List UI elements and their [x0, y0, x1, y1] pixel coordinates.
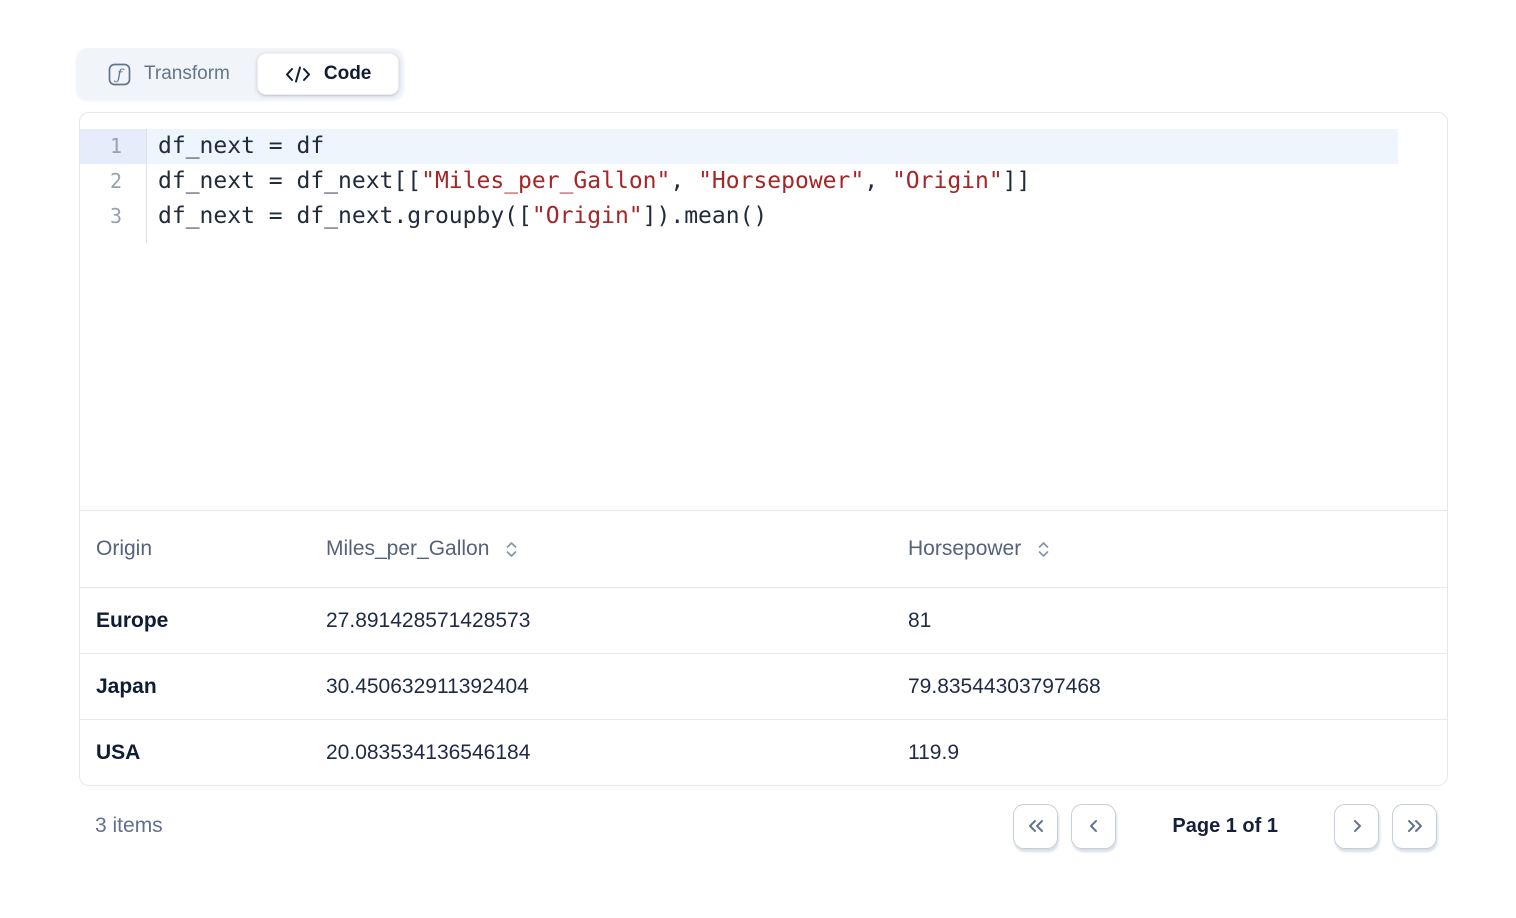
- gutter-filler: [80, 234, 1447, 243]
- code-editor[interactable]: 1df_next = df2df_next = df_next[["Miles_…: [80, 113, 1447, 511]
- table-header-row: Origin Miles_per_Gallon Horsepower: [80, 511, 1447, 587]
- page-indicator: Page 1 of 1: [1172, 815, 1278, 838]
- next-page-button[interactable]: [1334, 804, 1379, 849]
- table-row[interactable]: Japan30.45063291139240479.83544303797468: [80, 653, 1447, 719]
- table-row[interactable]: Europe27.89142857142857381: [80, 587, 1447, 653]
- table-body: Europe27.89142857142857381Japan30.450632…: [80, 587, 1447, 785]
- column-label: Miles_per_Gallon: [326, 537, 489, 561]
- column-header-horsepower[interactable]: Horsepower: [892, 511, 1447, 587]
- column-label: Horsepower: [908, 537, 1021, 561]
- code-line[interactable]: 1df_next = df: [80, 129, 1447, 164]
- column-header-miles_per_gallon[interactable]: Miles_per_Gallon: [310, 511, 892, 587]
- value-cell: 119.9: [892, 720, 1447, 785]
- table-row[interactable]: USA20.083534136546184119.9: [80, 719, 1447, 785]
- main-panel: 1df_next = df2df_next = df_next[["Miles_…: [79, 112, 1448, 786]
- chevron-right-icon: [1347, 816, 1367, 836]
- double-chevron-right-icon: [1404, 816, 1426, 836]
- double-chevron-left-icon: [1025, 816, 1047, 836]
- code-line-text: df_next = df_next[["Miles_per_Gallon", "…: [147, 164, 1447, 199]
- value-cell: 27.891428571428573: [310, 588, 892, 653]
- row-index-cell: Japan: [80, 654, 310, 719]
- code-line-text: df_next = df_next.groupby(["Origin"]).me…: [147, 199, 1447, 234]
- row-index-cell: Europe: [80, 588, 310, 653]
- code-icon: [285, 65, 311, 84]
- value-cell: 81: [892, 588, 1447, 653]
- items-count: 3 items: [79, 814, 163, 838]
- svg-text:ƒ: ƒ: [114, 65, 125, 83]
- value-cell: 30.450632911392404: [310, 654, 892, 719]
- code-line[interactable]: 2df_next = df_next[["Miles_per_Gallon", …: [80, 164, 1447, 199]
- prev-page-button[interactable]: [1071, 804, 1116, 849]
- value-cell: 79.83544303797468: [892, 654, 1447, 719]
- column-header-origin: Origin: [80, 511, 310, 587]
- row-index-cell: USA: [80, 720, 310, 785]
- view-tabbar: ƒ Transform Code: [76, 48, 404, 100]
- line-number: 1: [80, 129, 147, 164]
- table-footer: 3 items Page 1 of 1: [79, 800, 1448, 852]
- value-cell: 20.083534136546184: [310, 720, 892, 785]
- code-line[interactable]: 3df_next = df_next.groupby(["Origin"]).m…: [80, 199, 1447, 234]
- line-number: 3: [80, 199, 147, 234]
- code-line-text: df_next = df: [147, 129, 1447, 164]
- first-page-button[interactable]: [1013, 804, 1058, 849]
- page: ƒ Transform Code 1df_next = df2df_next =…: [0, 0, 1516, 918]
- chevron-left-icon: [1084, 816, 1104, 836]
- tab-transform-label: Transform: [144, 63, 230, 85]
- last-page-button[interactable]: [1392, 804, 1437, 849]
- line-number: 2: [80, 164, 147, 199]
- tab-code-label: Code: [324, 63, 372, 85]
- result-table: OriginMiles_per_GallonHorsepower Europe2…: [80, 511, 1447, 785]
- pagination: Page 1 of 1: [1013, 804, 1448, 849]
- tab-transform[interactable]: ƒ Transform: [81, 53, 257, 95]
- tab-code[interactable]: Code: [257, 53, 400, 95]
- column-label: Origin: [96, 537, 152, 561]
- sort-icon[interactable]: [504, 539, 519, 560]
- function-icon: ƒ: [108, 63, 131, 86]
- sort-icon[interactable]: [1036, 539, 1051, 560]
